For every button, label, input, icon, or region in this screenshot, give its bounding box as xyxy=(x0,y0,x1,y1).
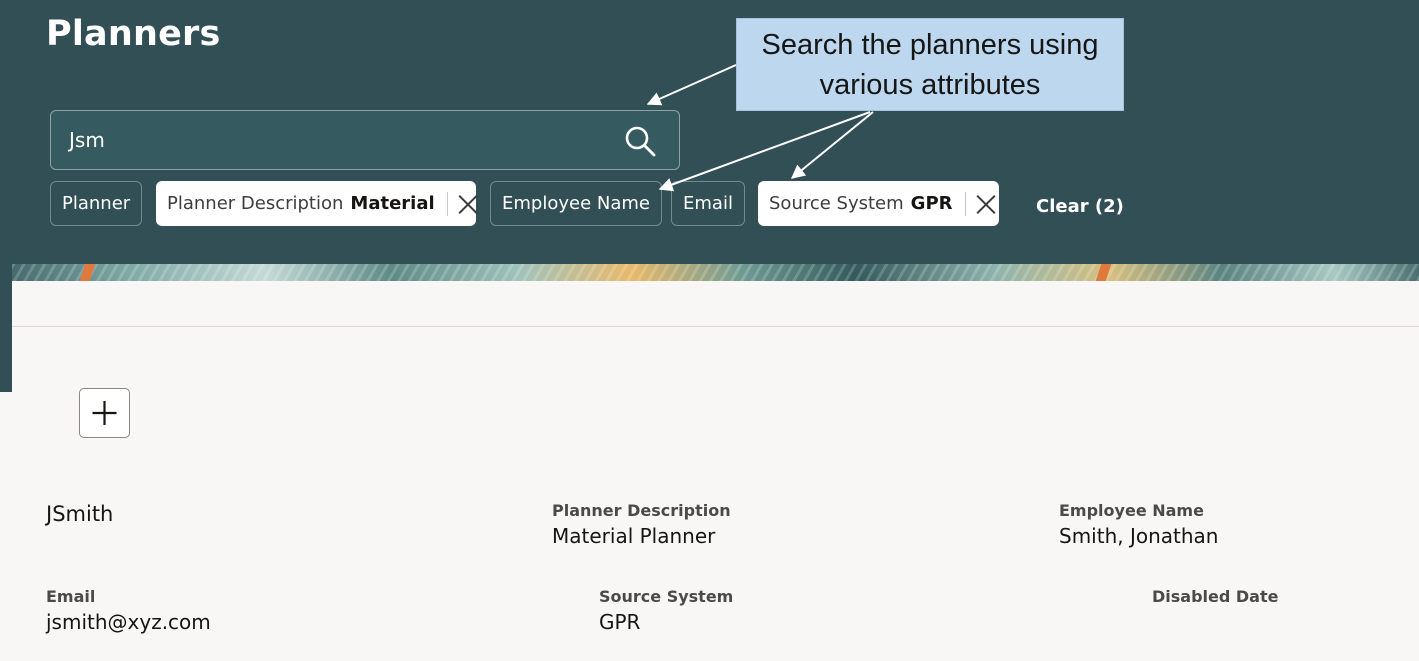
filter-chip-planner-description[interactable]: Planner Description Material xyxy=(156,181,476,226)
close-icon[interactable] xyxy=(975,193,988,215)
filter-chip-label: Employee Name xyxy=(502,193,650,214)
close-icon[interactable] xyxy=(457,193,465,215)
planner-description-value: Material Planner xyxy=(552,524,716,548)
employee-name-label: Employee Name xyxy=(1059,501,1204,520)
plus-icon xyxy=(92,401,117,425)
filter-chip-employee-name[interactable]: Employee Name xyxy=(490,181,662,226)
filter-chip-label: Email xyxy=(683,193,733,214)
search-input[interactable]: Jsm xyxy=(50,110,680,170)
page-title: Planners xyxy=(46,14,221,54)
chip-divider xyxy=(964,191,966,216)
planner-description-label: Planner Description xyxy=(552,501,731,520)
employee-name-value: Smith, Jonathan xyxy=(1059,524,1219,548)
filter-chip-planner[interactable]: Planner xyxy=(50,181,143,226)
filter-chip-value: GPR xyxy=(910,193,953,214)
filter-chip-source-system[interactable]: Source System GPR xyxy=(758,181,999,226)
email-label: Email xyxy=(46,587,96,606)
disabled-date-label: Disabled Date xyxy=(1152,587,1279,606)
divider xyxy=(12,326,1419,327)
filter-chip-label: Source System xyxy=(769,193,904,214)
add-planner-button[interactable] xyxy=(79,388,130,438)
planner-name[interactable]: JSmith xyxy=(46,502,113,526)
filter-chip-label: Planner Description xyxy=(167,193,344,214)
callout-line: various attributes xyxy=(819,69,1041,101)
clear-filters-link[interactable]: Clear (2) xyxy=(1036,196,1124,217)
annotation-callout: Search the planners using various attrib… xyxy=(736,18,1124,111)
filter-chip-value: Material xyxy=(350,193,435,214)
source-system-label: Source System xyxy=(599,587,734,606)
search-icon[interactable] xyxy=(623,124,657,158)
filter-chip-email[interactable]: Email xyxy=(671,181,745,226)
filter-chip-label: Planner xyxy=(62,193,131,214)
email-value: jsmith@xyz.com xyxy=(46,610,211,634)
callout-line: Search the planners using xyxy=(761,29,1099,61)
search-input-value[interactable]: Jsm xyxy=(69,128,105,152)
source-system-value: GPR xyxy=(599,610,641,634)
